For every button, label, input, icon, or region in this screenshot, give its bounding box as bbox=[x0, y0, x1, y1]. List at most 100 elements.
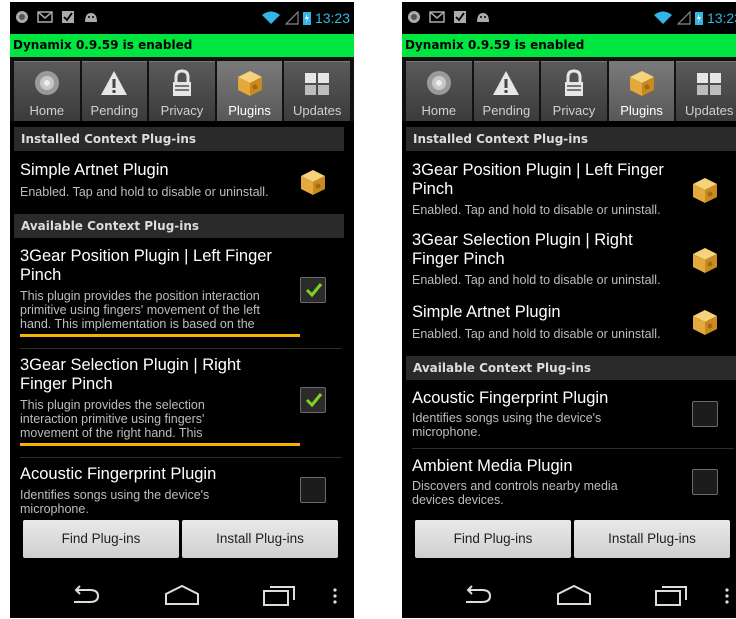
button-bar: Find Plug-ins Install Plug-ins bbox=[10, 516, 354, 564]
list-item[interactable]: 3Gear Selection Plugin | Right Finger Pi… bbox=[10, 354, 354, 454]
tab-privacy[interactable]: Privacy bbox=[149, 61, 215, 121]
highlight-underline bbox=[20, 334, 300, 337]
android-icon bbox=[85, 13, 97, 22]
tab-pending[interactable]: Pending bbox=[81, 61, 148, 121]
section-header-available: Available Context Plug-ins bbox=[406, 356, 736, 380]
android-icon bbox=[477, 13, 489, 22]
windows-update-icon bbox=[305, 73, 330, 95]
home-icon[interactable] bbox=[164, 584, 200, 606]
phone-screen-left: 13:23 Dynamix 0.9.59 is enabled Home Pen… bbox=[10, 2, 354, 618]
recent-apps-icon[interactable] bbox=[654, 584, 688, 606]
overflow-menu-icon[interactable] bbox=[332, 588, 338, 604]
plugin-description: microphone. bbox=[412, 425, 481, 439]
plugin-box-icon bbox=[235, 68, 265, 98]
status-bar: 13:23 bbox=[402, 2, 736, 34]
plugin-title: 3Gear Position Plugin | Left Finger bbox=[412, 161, 664, 179]
back-icon[interactable] bbox=[68, 584, 102, 606]
install-checkbox[interactable] bbox=[692, 469, 718, 495]
plugin-description: This plugin provides the position intera… bbox=[20, 289, 260, 303]
plugin-package-icon bbox=[298, 167, 328, 197]
tab-plugins[interactable]: Plugins bbox=[216, 61, 283, 121]
plugin-title: Finger Pinch bbox=[20, 375, 113, 393]
install-plugins-button[interactable]: Install Plug-ins bbox=[182, 520, 338, 558]
tab-updates[interactable]: Updates bbox=[284, 61, 350, 121]
wifi-icon bbox=[653, 11, 672, 24]
section-header-installed: Installed Context Plug-ins bbox=[406, 127, 736, 151]
checkmark-icon bbox=[304, 390, 324, 410]
plugin-title: Simple Artnet Plugin bbox=[412, 303, 561, 321]
list-item[interactable]: Acoustic Fingerprint Plugin Identifies s… bbox=[10, 463, 354, 516]
list-item[interactable]: Simple Artnet Plugin Enabled. Tap and ho… bbox=[10, 159, 354, 203]
install-checkbox[interactable] bbox=[300, 477, 326, 503]
plugin-status: Enabled. Tap and hold to disable or unin… bbox=[412, 203, 661, 217]
list-item[interactable]: 3Gear Selection Plugin | Right Finger Pi… bbox=[402, 229, 736, 291]
home-icon[interactable] bbox=[556, 584, 592, 606]
plugin-list[interactable]: Installed Context Plug-ins 3Gear Positio… bbox=[402, 121, 736, 516]
navigation-bar bbox=[402, 572, 736, 618]
back-icon[interactable] bbox=[460, 584, 494, 606]
plugin-description: Identifies songs using the device's bbox=[412, 411, 602, 425]
plugin-title: Finger Pinch bbox=[412, 250, 505, 268]
tab-home[interactable]: Home bbox=[14, 61, 80, 121]
home-globe-icon bbox=[426, 71, 451, 95]
plugin-description: Identifies songs using the device's bbox=[20, 488, 210, 502]
navigation-bar bbox=[10, 572, 354, 618]
plugin-title: 3Gear Selection Plugin | Right bbox=[412, 231, 633, 249]
plugin-title: Simple Artnet Plugin bbox=[20, 161, 169, 179]
gmail-icon bbox=[37, 11, 53, 23]
plugin-title: Acoustic Fingerprint Plugin bbox=[20, 465, 217, 483]
dynamix-enabled-banner: Dynamix 0.9.59 is enabled bbox=[10, 34, 354, 57]
install-checkbox[interactable] bbox=[300, 387, 326, 413]
list-item[interactable]: 3Gear Position Plugin | Left Finger Pinc… bbox=[402, 159, 736, 221]
plugin-list[interactable]: Installed Context Plug-ins Simple Artnet… bbox=[10, 121, 354, 516]
gmail-icon bbox=[429, 11, 445, 23]
plugin-description: devices devices. bbox=[412, 493, 504, 507]
clock: 13:23 bbox=[314, 10, 350, 26]
install-plugins-button[interactable]: Install Plug-ins bbox=[574, 520, 730, 558]
battery-icon bbox=[694, 12, 703, 25]
plugin-description: microphone. bbox=[20, 502, 89, 516]
signal-icon bbox=[284, 11, 299, 25]
plugin-description: primitive using fingers' movement of the… bbox=[20, 303, 260, 317]
dynamix-icon bbox=[408, 11, 420, 23]
list-item[interactable]: Ambient Media Plugin Discovers and contr… bbox=[402, 455, 736, 513]
list-item[interactable]: 3Gear Position Plugin | Left Finger Pinc… bbox=[10, 245, 354, 345]
plugin-package-icon bbox=[690, 245, 720, 275]
tab-bar: Home Pending Privacy Plugins Updates bbox=[10, 57, 354, 121]
recent-apps-icon[interactable] bbox=[262, 584, 296, 606]
plugin-package-icon bbox=[690, 307, 720, 337]
find-plugins-button[interactable]: Find Plug-ins bbox=[23, 520, 179, 558]
list-item[interactable]: Simple Artnet Plugin Enabled. Tap and ho… bbox=[402, 301, 736, 345]
signal-icon bbox=[676, 11, 691, 25]
task-icon bbox=[454, 11, 466, 23]
divider bbox=[20, 457, 342, 458]
plugin-title: Acoustic Fingerprint Plugin bbox=[412, 389, 609, 407]
plugin-box-icon bbox=[627, 68, 657, 98]
windows-update-icon bbox=[697, 73, 722, 95]
home-globe-icon bbox=[34, 71, 59, 95]
section-header-installed: Installed Context Plug-ins bbox=[14, 127, 344, 151]
find-plugins-button[interactable]: Find Plug-ins bbox=[415, 520, 571, 558]
divider bbox=[412, 448, 734, 449]
plugin-package-icon bbox=[690, 175, 720, 205]
tab-updates[interactable]: Updates bbox=[676, 61, 736, 121]
overflow-menu-icon[interactable] bbox=[724, 588, 730, 604]
tab-bar: Home Pending Privacy Plugins Updates bbox=[402, 57, 736, 121]
lock-icon bbox=[564, 69, 583, 96]
dynamix-enabled-banner: Dynamix 0.9.59 is enabled bbox=[402, 34, 736, 57]
plugin-description: hand. This implementation is based on th… bbox=[20, 317, 255, 331]
install-checkbox[interactable] bbox=[692, 401, 718, 427]
plugin-description: This plugin provides the selection bbox=[20, 398, 205, 412]
tab-home[interactable]: Home bbox=[406, 61, 472, 121]
section-header-available: Available Context Plug-ins bbox=[14, 214, 344, 238]
lock-icon bbox=[172, 69, 191, 96]
task-icon bbox=[62, 11, 74, 23]
list-item[interactable]: Acoustic Fingerprint Plugin Identifies s… bbox=[402, 387, 736, 445]
tab-pending[interactable]: Pending bbox=[473, 61, 540, 121]
tab-privacy[interactable]: Privacy bbox=[541, 61, 607, 121]
phone-screen-right: 13:23 Dynamix 0.9.59 is enabled Home Pen… bbox=[402, 2, 736, 618]
plugin-title: 3Gear Position Plugin | Left Finger bbox=[20, 247, 272, 265]
install-checkbox[interactable] bbox=[300, 277, 326, 303]
clock: 13:23 bbox=[706, 10, 736, 26]
tab-plugins[interactable]: Plugins bbox=[608, 61, 675, 121]
